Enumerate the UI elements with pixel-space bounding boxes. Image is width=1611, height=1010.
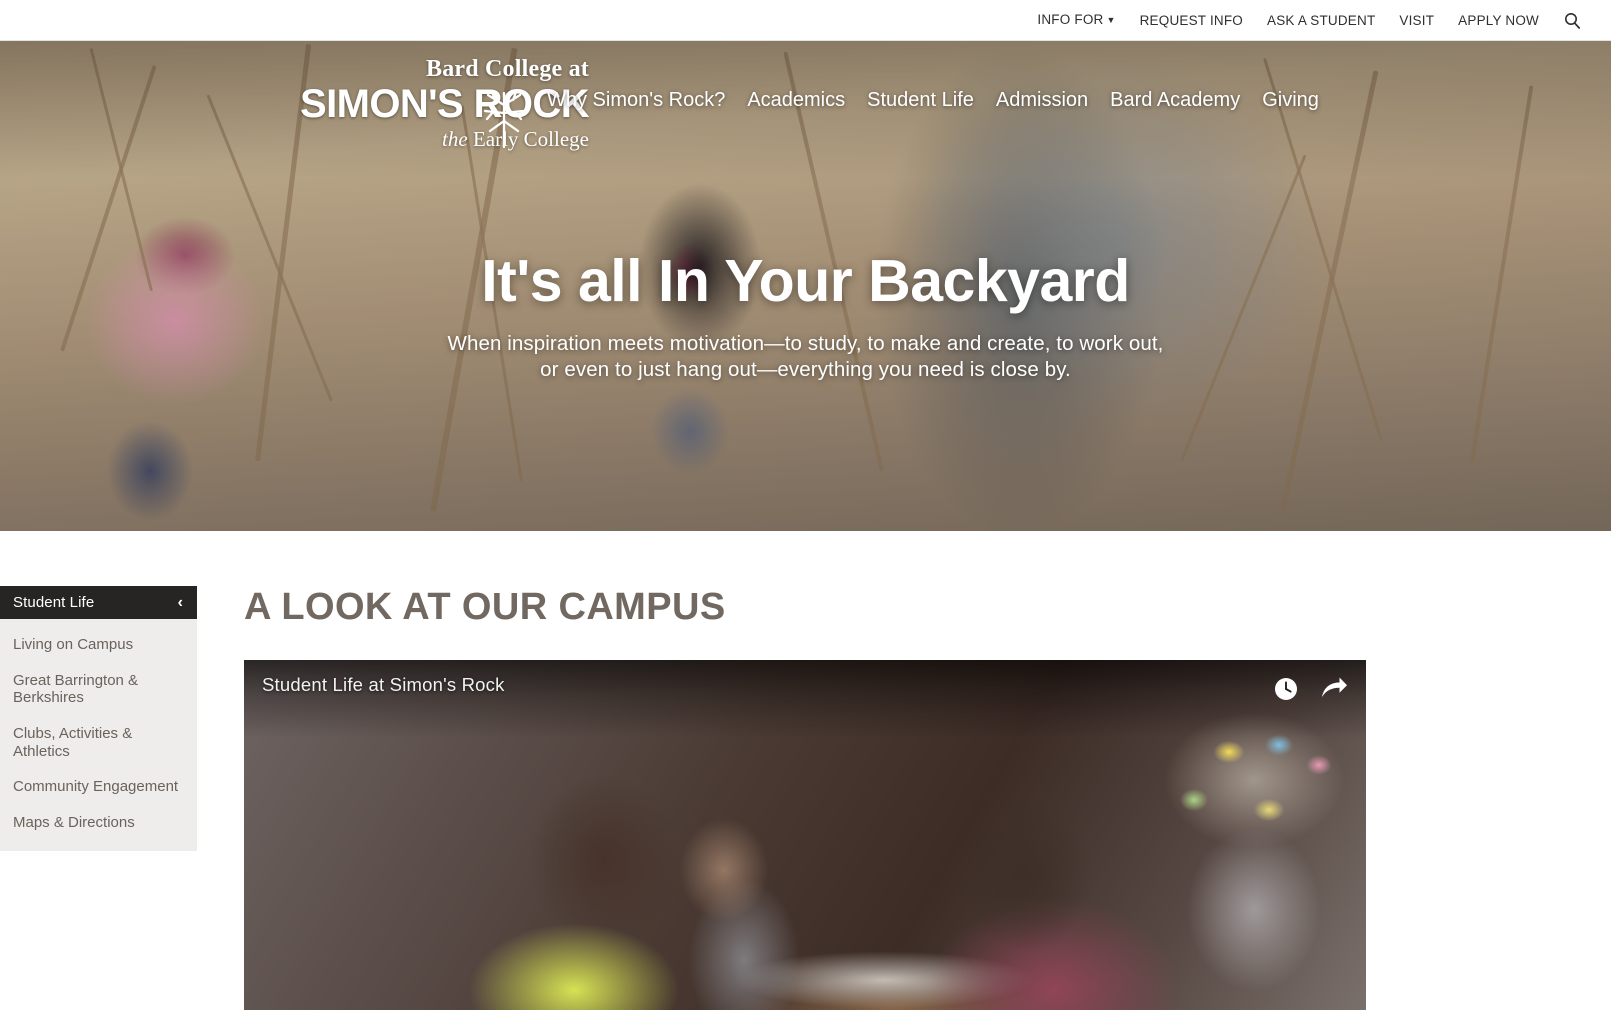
video-top-scrim xyxy=(244,660,1366,738)
nav-item-giving[interactable]: Giving xyxy=(1251,89,1330,112)
utility-link-apply-now[interactable]: APPLY NOW xyxy=(1446,0,1551,41)
sidebar-item-clubs-activities-athletics[interactable]: Clubs, Activities & Athletics xyxy=(0,716,197,769)
utility-links: INFO FOR ▼ REQUEST INFO ASK A STUDENT VIS… xyxy=(1025,0,1551,42)
nav-item-student-life[interactable]: Student Life xyxy=(856,89,985,112)
utility-link-request-info[interactable]: REQUEST INFO xyxy=(1128,0,1255,41)
utility-link-ask-a-student[interactable]: ASK A STUDENT xyxy=(1255,0,1387,41)
sidebar-item-living-on-campus[interactable]: Living on Campus xyxy=(0,627,197,663)
logo-line-early-college-the: the xyxy=(442,127,468,152)
logo-line-early-college: the Early College xyxy=(300,127,589,152)
hero-title: It's all In Your Backyard xyxy=(481,248,1130,314)
clock-icon[interactable] xyxy=(1272,675,1300,703)
hero-copy: It's all In Your Backyard When inspirati… xyxy=(0,248,1611,383)
sidebar-item-great-barrington-berkshires[interactable]: Great Barrington & Berkshires xyxy=(0,663,197,716)
sidebar-list: Living on Campus Great Barrington & Berk… xyxy=(0,619,197,851)
snowflake-tree-emblem-icon xyxy=(481,89,527,151)
utility-link-info-for[interactable]: INFO FOR ▼ xyxy=(1025,0,1127,42)
chevron-left-icon: ‹ xyxy=(177,593,183,611)
hero-subtitle: When inspiration meets motivation—to stu… xyxy=(447,331,1164,382)
utility-link-label: INFO FOR xyxy=(1037,11,1104,27)
sidebar-item-maps-directions[interactable]: Maps & Directions xyxy=(0,805,197,841)
sidebar-header-student-life[interactable]: Student Life ‹ xyxy=(0,586,197,619)
hero-banner: Bard College at SIMON'S ROCK the Early C… xyxy=(0,41,1611,531)
section-sidebar: Student Life ‹ Living on Campus Great Ba… xyxy=(0,586,197,851)
video-player[interactable]: Student Life at Simon's Rock xyxy=(244,660,1366,1010)
nav-item-academics[interactable]: Academics xyxy=(736,89,856,112)
main-column: A look at our campus Student Life at Sim… xyxy=(244,531,1611,1010)
sidebar-header-label: Student Life xyxy=(13,594,95,611)
video-actions xyxy=(1272,675,1348,703)
page-title: A look at our campus xyxy=(244,586,726,628)
search-button[interactable] xyxy=(1551,0,1593,41)
utility-link-visit[interactable]: VISIT xyxy=(1387,0,1446,41)
logo-line-bard-college-at: Bard College at xyxy=(426,56,589,82)
search-icon xyxy=(1564,12,1581,29)
primary-navigation: Why Simon's Rock? Academics Student Life… xyxy=(536,89,1330,112)
nav-item-bard-academy[interactable]: Bard Academy xyxy=(1099,89,1251,112)
nav-item-why-simons-rock[interactable]: Why Simon's Rock? xyxy=(536,89,736,112)
video-title: Student Life at Simon's Rock xyxy=(262,674,505,695)
chevron-down-icon: ▼ xyxy=(1106,14,1116,25)
utility-bar: INFO FOR ▼ REQUEST INFO ASK A STUDENT VIS… xyxy=(0,0,1611,41)
share-arrow-icon[interactable] xyxy=(1320,675,1348,703)
nav-item-admission[interactable]: Admission xyxy=(985,89,1099,112)
sidebar-item-community-engagement[interactable]: Community Engagement xyxy=(0,769,197,805)
content-area: Student Life ‹ Living on Campus Great Ba… xyxy=(0,531,1611,1010)
